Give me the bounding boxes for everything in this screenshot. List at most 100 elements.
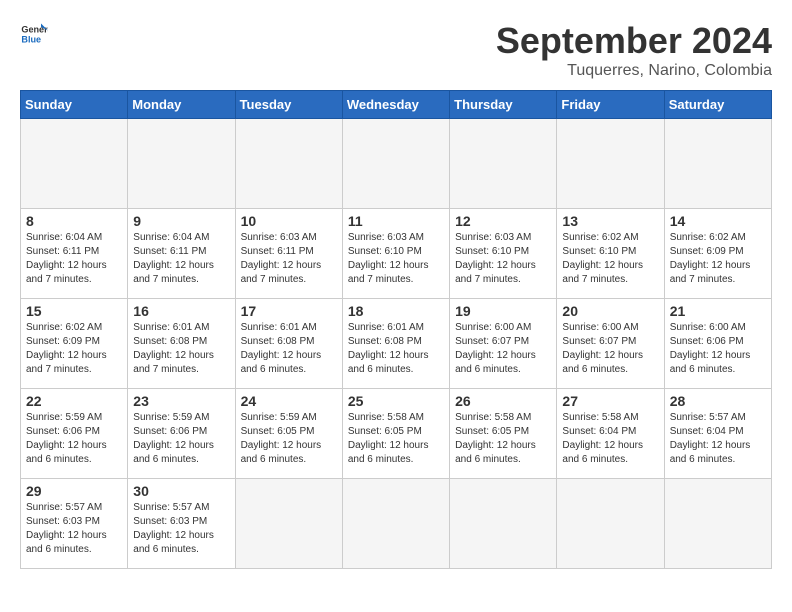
table-row <box>664 119 771 209</box>
day-info: Sunrise: 6:00 AM Sunset: 6:07 PM Dayligh… <box>455 321 551 377</box>
svg-text:Blue: Blue <box>21 34 41 44</box>
calendar-week-row: 15 Sunrise: 6:02 AM Sunset: 6:09 PM Dayli… <box>21 299 772 389</box>
day-number: 11 <box>348 213 444 229</box>
day-number: 25 <box>348 393 444 409</box>
day-number: 12 <box>455 213 551 229</box>
logo-icon: General Blue <box>20 20 48 48</box>
day-info: Sunrise: 6:03 AM Sunset: 6:11 PM Dayligh… <box>241 231 337 287</box>
day-info: Sunrise: 5:59 AM Sunset: 6:06 PM Dayligh… <box>26 411 122 467</box>
table-row: 10 Sunrise: 6:03 AM Sunset: 6:11 PM Dayli… <box>235 209 342 299</box>
day-number: 9 <box>133 213 229 229</box>
day-number: 24 <box>241 393 337 409</box>
table-row <box>342 119 449 209</box>
calendar-table: Sunday Monday Tuesday Wednesday Thursday… <box>20 90 772 569</box>
table-row <box>128 119 235 209</box>
day-info: Sunrise: 6:01 AM Sunset: 6:08 PM Dayligh… <box>133 321 229 377</box>
day-info: Sunrise: 6:03 AM Sunset: 6:10 PM Dayligh… <box>455 231 551 287</box>
calendar-week-row: 8 Sunrise: 6:04 AM Sunset: 6:11 PM Daylig… <box>21 209 772 299</box>
location-title: Tuquerres, Narino, Colombia <box>496 62 772 80</box>
table-row: 21 Sunrise: 6:00 AM Sunset: 6:06 PM Dayli… <box>664 299 771 389</box>
table-row <box>664 479 771 569</box>
table-row: 22 Sunrise: 5:59 AM Sunset: 6:06 PM Dayli… <box>21 389 128 479</box>
day-info: Sunrise: 6:02 AM Sunset: 6:09 PM Dayligh… <box>26 321 122 377</box>
table-row: 11 Sunrise: 6:03 AM Sunset: 6:10 PM Dayli… <box>342 209 449 299</box>
day-info: Sunrise: 6:00 AM Sunset: 6:07 PM Dayligh… <box>562 321 658 377</box>
day-info: Sunrise: 5:58 AM Sunset: 6:04 PM Dayligh… <box>562 411 658 467</box>
page-header: General Blue September 2024 Tuquerres, N… <box>20 20 772 80</box>
table-row: 30 Sunrise: 5:57 AM Sunset: 6:03 PM Dayli… <box>128 479 235 569</box>
header-saturday: Saturday <box>664 91 771 119</box>
calendar-week-row: 22 Sunrise: 5:59 AM Sunset: 6:06 PM Dayli… <box>21 389 772 479</box>
table-row: 27 Sunrise: 5:58 AM Sunset: 6:04 PM Dayli… <box>557 389 664 479</box>
table-row <box>342 479 449 569</box>
table-row: 13 Sunrise: 6:02 AM Sunset: 6:10 PM Dayli… <box>557 209 664 299</box>
table-row <box>557 479 664 569</box>
day-number: 27 <box>562 393 658 409</box>
day-info: Sunrise: 6:02 AM Sunset: 6:09 PM Dayligh… <box>670 231 766 287</box>
day-number: 17 <box>241 303 337 319</box>
day-info: Sunrise: 6:01 AM Sunset: 6:08 PM Dayligh… <box>241 321 337 377</box>
table-row <box>235 119 342 209</box>
day-number: 21 <box>670 303 766 319</box>
day-info: Sunrise: 6:02 AM Sunset: 6:10 PM Dayligh… <box>562 231 658 287</box>
day-number: 28 <box>670 393 766 409</box>
svg-text:General: General <box>21 25 48 35</box>
day-info: Sunrise: 5:58 AM Sunset: 6:05 PM Dayligh… <box>455 411 551 467</box>
table-row: 17 Sunrise: 6:01 AM Sunset: 6:08 PM Dayli… <box>235 299 342 389</box>
table-row: 16 Sunrise: 6:01 AM Sunset: 6:08 PM Dayli… <box>128 299 235 389</box>
header-friday: Friday <box>557 91 664 119</box>
calendar-header-row: Sunday Monday Tuesday Wednesday Thursday… <box>21 91 772 119</box>
header-sunday: Sunday <box>21 91 128 119</box>
table-row: 8 Sunrise: 6:04 AM Sunset: 6:11 PM Daylig… <box>21 209 128 299</box>
table-row <box>235 479 342 569</box>
table-row: 25Sunrise: 5:58 AM Sunset: 6:05 PM Dayli… <box>342 389 449 479</box>
day-info: Sunrise: 6:04 AM Sunset: 6:11 PM Dayligh… <box>133 231 229 287</box>
table-row: 18 Sunrise: 6:01 AM Sunset: 6:08 PM Dayli… <box>342 299 449 389</box>
header-tuesday: Tuesday <box>235 91 342 119</box>
day-number: 22 <box>26 393 122 409</box>
header-thursday: Thursday <box>450 91 557 119</box>
table-row: 23 Sunrise: 5:59 AM Sunset: 6:06 PM Dayli… <box>128 389 235 479</box>
table-row: 24 Sunrise: 5:59 AM Sunset: 6:05 PM Dayli… <box>235 389 342 479</box>
day-info: Sunrise: 6:04 AM Sunset: 6:11 PM Dayligh… <box>26 231 122 287</box>
table-row: 28 Sunrise: 5:57 AM Sunset: 6:04 PM Dayli… <box>664 389 771 479</box>
table-row <box>450 479 557 569</box>
table-row: 9 Sunrise: 6:04 AM Sunset: 6:11 PM Daylig… <box>128 209 235 299</box>
day-info: Sunrise: 5:59 AM Sunset: 6:06 PM Dayligh… <box>133 411 229 467</box>
day-number: 8 <box>26 213 122 229</box>
day-number: 20 <box>562 303 658 319</box>
day-number: 19 <box>455 303 551 319</box>
table-row: 14 Sunrise: 6:02 AM Sunset: 6:09 PM Dayli… <box>664 209 771 299</box>
day-info: Sunrise: 6:00 AM Sunset: 6:06 PM Dayligh… <box>670 321 766 377</box>
day-info: Sunrise: 5:57 AM Sunset: 6:03 PM Dayligh… <box>26 501 122 557</box>
logo: General Blue <box>20 20 48 48</box>
day-number: 23 <box>133 393 229 409</box>
day-number: 18 <box>348 303 444 319</box>
day-info: Sunrise: 6:01 AM Sunset: 6:08 PM Dayligh… <box>348 321 444 377</box>
day-number: 14 <box>670 213 766 229</box>
header-wednesday: Wednesday <box>342 91 449 119</box>
day-number: 30 <box>133 483 229 499</box>
calendar-week-row: 29 Sunrise: 5:57 AM Sunset: 6:03 PM Dayli… <box>21 479 772 569</box>
table-row: 19 Sunrise: 6:00 AM Sunset: 6:07 PM Dayli… <box>450 299 557 389</box>
day-number: 13 <box>562 213 658 229</box>
table-row: 15 Sunrise: 6:02 AM Sunset: 6:09 PM Dayli… <box>21 299 128 389</box>
table-row <box>21 119 128 209</box>
day-number: 26 <box>455 393 551 409</box>
day-number: 15 <box>26 303 122 319</box>
day-number: 29 <box>26 483 122 499</box>
header-monday: Monday <box>128 91 235 119</box>
table-row: 26 Sunrise: 5:58 AM Sunset: 6:05 PM Dayli… <box>450 389 557 479</box>
day-info: Sunrise: 5:59 AM Sunset: 6:05 PM Dayligh… <box>241 411 337 467</box>
day-info: Sunrise: 5:57 AM Sunset: 6:03 PM Dayligh… <box>133 501 229 557</box>
month-title: September 2024 <box>496 20 772 62</box>
day-number: 10 <box>241 213 337 229</box>
day-info: Sunrise: 6:03 AM Sunset: 6:10 PM Dayligh… <box>348 231 444 287</box>
day-number: 16 <box>133 303 229 319</box>
calendar-week-row <box>21 119 772 209</box>
table-row <box>557 119 664 209</box>
table-row <box>450 119 557 209</box>
table-row: 20 Sunrise: 6:00 AM Sunset: 6:07 PM Dayli… <box>557 299 664 389</box>
day-info: Sunrise: 5:57 AM Sunset: 6:04 PM Dayligh… <box>670 411 766 467</box>
table-row: 29 Sunrise: 5:57 AM Sunset: 6:03 PM Dayli… <box>21 479 128 569</box>
